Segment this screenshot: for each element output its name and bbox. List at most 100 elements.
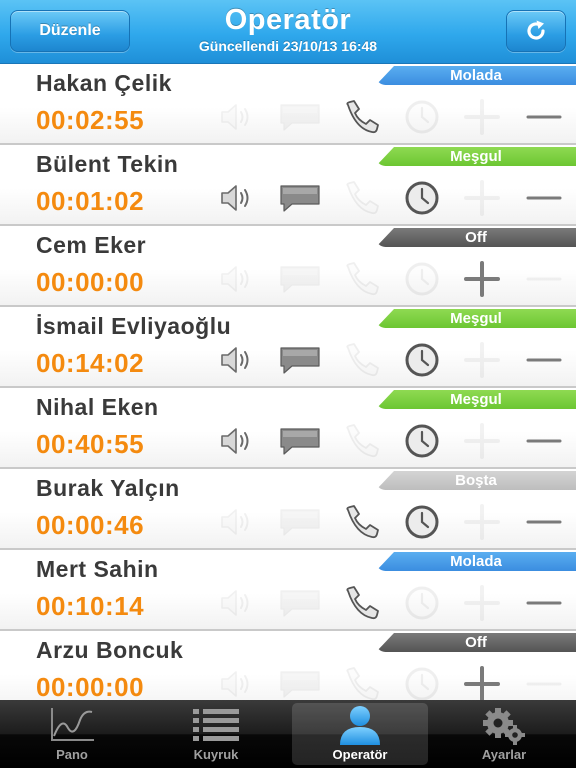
list-icon [191, 705, 241, 745]
status-badge: Off [376, 633, 576, 652]
chat-icon [278, 665, 322, 700]
minus-icon[interactable] [522, 179, 566, 217]
operator-row[interactable]: Arzu Boncuk 00:00:00 Off [0, 631, 576, 700]
chat-icon[interactable] [278, 341, 322, 379]
clock-icon[interactable] [400, 341, 444, 379]
plus-icon [460, 98, 504, 136]
clock-icon[interactable] [400, 179, 444, 217]
operator-row[interactable]: Burak Yalçın 00:00:46 Boşta [0, 469, 576, 550]
phone-icon [340, 260, 384, 298]
tab-label: Ayarlar [481, 747, 527, 762]
last-updated: Güncellendi 23/10/13 16:48 [198, 38, 378, 54]
minus-icon[interactable] [522, 584, 566, 622]
minus-icon [522, 665, 566, 700]
tab-chart[interactable]: Pano [4, 703, 140, 765]
tab-label: Operatör [332, 747, 388, 762]
operator-timer: 00:01:02 [36, 186, 145, 216]
speaker-icon [216, 98, 260, 136]
status-badge: Off [376, 228, 576, 247]
operator-timer: 00:00:46 [36, 510, 145, 540]
phone-icon [340, 665, 384, 700]
status-badge: Boşta [376, 471, 576, 490]
refresh-icon [527, 20, 545, 40]
plus-icon [460, 503, 504, 541]
clock-icon[interactable] [400, 503, 444, 541]
clock-icon [400, 98, 444, 136]
chat-icon[interactable] [278, 179, 322, 217]
operator-name: İsmail Evliyaoğlu [36, 313, 232, 339]
tab-bar: Pano Kuyruk Operatör Ayarlar [0, 700, 576, 768]
status-badge: Meşgul [376, 390, 576, 409]
minus-icon[interactable] [522, 503, 566, 541]
phone-icon[interactable] [340, 98, 384, 136]
tab-label: Kuyruk [193, 747, 239, 762]
chat-icon[interactable] [278, 422, 322, 460]
minus-icon[interactable] [522, 422, 566, 460]
gear-icon [479, 705, 529, 745]
operator-list[interactable]: Hakan Çelik 00:02:55 Molada Bülent Tekin 00:… [0, 64, 576, 700]
status-badge: Molada [376, 552, 576, 571]
nav-bar: Düzenle Operatör Güncellendi 23/10/13 16… [0, 0, 576, 64]
operator-name: Mert Sahin [36, 556, 159, 582]
operator-row[interactable]: Hakan Çelik 00:02:55 Molada [0, 64, 576, 145]
clock-icon [400, 665, 444, 700]
status-badge: Molada [376, 66, 576, 85]
speaker-icon[interactable] [216, 179, 260, 217]
clock-icon [400, 260, 444, 298]
minus-icon[interactable] [522, 341, 566, 379]
operator-timer: 00:40:55 [36, 429, 145, 459]
plus-icon [460, 422, 504, 460]
operator-row[interactable]: Bülent Tekin 00:01:02 Meşgul [0, 145, 576, 226]
plus-icon [460, 584, 504, 622]
operator-name: Nihal Eken [36, 394, 159, 420]
operator-timer: 00:02:55 [36, 105, 145, 135]
clock-icon [400, 584, 444, 622]
speaker-icon [216, 260, 260, 298]
refresh-button[interactable] [506, 10, 566, 52]
operator-row[interactable]: İsmail Evliyaoğlu 00:14:02 Meşgul [0, 307, 576, 388]
tab-list[interactable]: Kuyruk [148, 703, 284, 765]
operator-name: Cem Eker [36, 232, 147, 258]
phone-icon [340, 179, 384, 217]
phone-icon[interactable] [340, 584, 384, 622]
chat-icon [278, 98, 322, 136]
operator-name: Bülent Tekin [36, 151, 179, 177]
minus-icon [522, 260, 566, 298]
chart-icon [47, 705, 97, 745]
plus-icon [460, 341, 504, 379]
operator-name: Hakan Çelik [36, 70, 172, 96]
chat-icon [278, 503, 322, 541]
tab-person[interactable]: Operatör [292, 703, 428, 765]
plus-icon [460, 179, 504, 217]
plus-icon[interactable] [460, 665, 504, 700]
operator-row[interactable]: Nihal Eken 00:40:55 Meşgul [0, 388, 576, 469]
operator-name: Burak Yalçın [36, 475, 180, 501]
tab-gear[interactable]: Ayarlar [436, 703, 572, 765]
speaker-icon[interactable] [216, 422, 260, 460]
speaker-icon [216, 665, 260, 700]
operator-name: Arzu Boncuk [36, 637, 184, 663]
phone-icon [340, 422, 384, 460]
phone-icon [340, 341, 384, 379]
tab-label: Pano [56, 747, 88, 762]
minus-icon[interactable] [522, 98, 566, 136]
phone-icon[interactable] [340, 503, 384, 541]
status-badge: Meşgul [376, 309, 576, 328]
person-icon [335, 705, 385, 745]
plus-icon[interactable] [460, 260, 504, 298]
operator-row[interactable]: Cem Eker 00:00:00 Off [0, 226, 576, 307]
speaker-icon [216, 584, 260, 622]
speaker-icon [216, 503, 260, 541]
operator-timer: 00:14:02 [36, 348, 145, 378]
edit-button[interactable]: Düzenle [10, 10, 130, 52]
operator-timer: 00:00:00 [36, 672, 145, 700]
operator-timer: 00:00:00 [36, 267, 145, 297]
operator-row[interactable]: Mert Sahin 00:10:14 Molada [0, 550, 576, 631]
speaker-icon[interactable] [216, 341, 260, 379]
page-title: Operatör [224, 4, 352, 36]
operator-timer: 00:10:14 [36, 591, 145, 621]
chat-icon [278, 584, 322, 622]
status-badge: Meşgul [376, 147, 576, 166]
clock-icon[interactable] [400, 422, 444, 460]
chat-icon [278, 260, 322, 298]
